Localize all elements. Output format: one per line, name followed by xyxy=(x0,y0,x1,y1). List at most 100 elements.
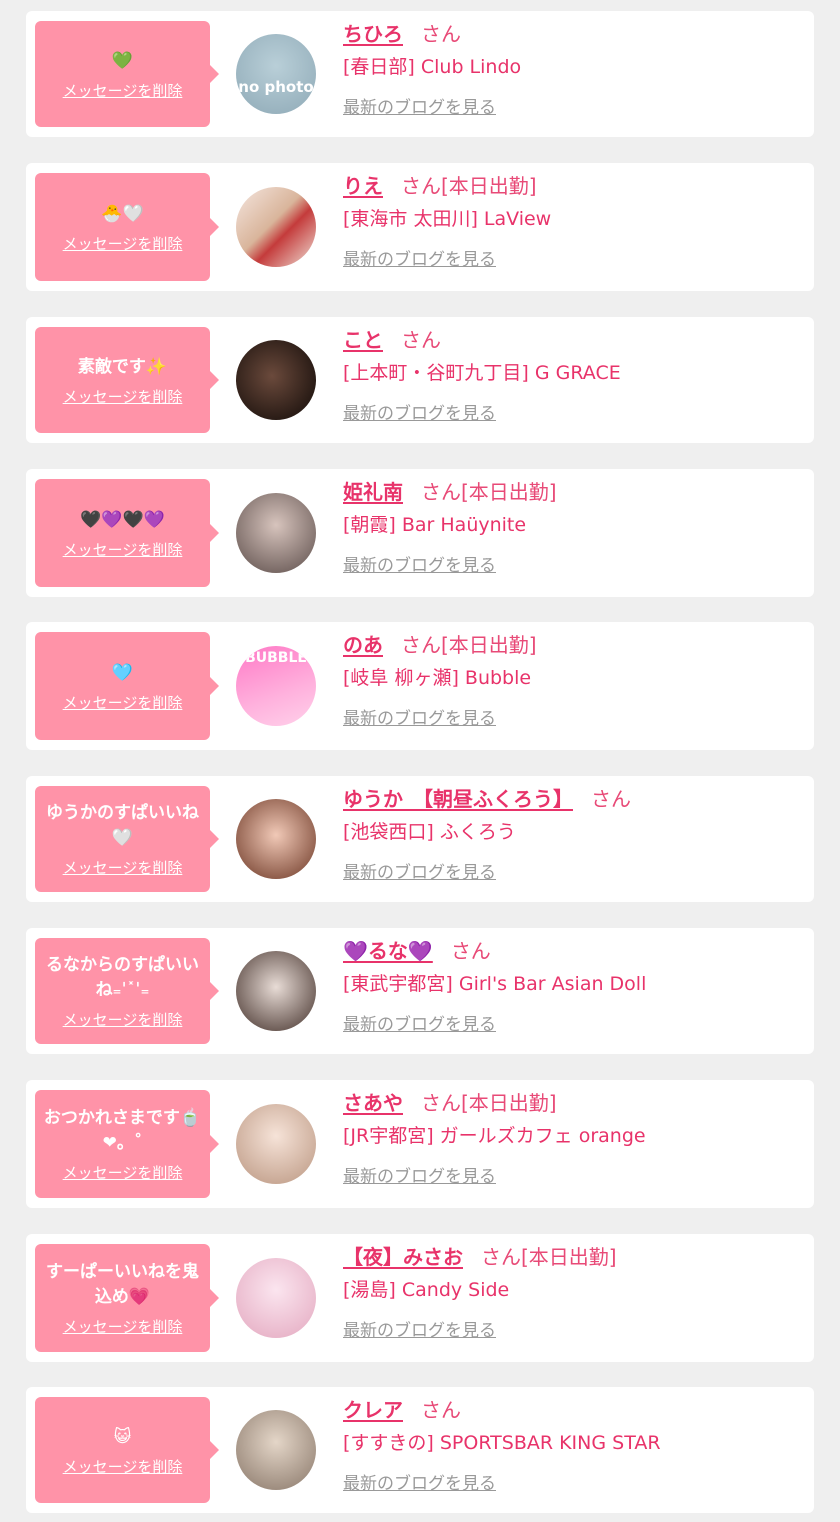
delete-message-link[interactable]: メッセージを削除 xyxy=(63,1318,183,1336)
cast-name-link[interactable]: クレア xyxy=(343,1398,403,1422)
latest-blog-link[interactable]: 最新のブログを見る xyxy=(343,245,496,270)
cast-name-link[interactable]: 【夜】みさお xyxy=(343,1245,463,1269)
message-card: すーぱーいいねを鬼込め💗 メッセージを削除 【夜】みさお さん[本日出勤] [湯島] C… xyxy=(26,1234,814,1362)
message-text: ゆうかのすぱいいね🤍 xyxy=(46,803,199,848)
message-bubble: 😺 メッセージを削除 xyxy=(35,1397,219,1503)
work-status-badge: [本日出勤] xyxy=(441,174,537,198)
latest-blog-link[interactable]: 最新のブログを見る xyxy=(343,1316,496,1341)
name-line: りえ さん[本日出勤] xyxy=(343,173,804,199)
shop-name: [JR宇都宮] ガールズカフェ orange xyxy=(343,1125,646,1147)
cast-info: ちひろ さん [春日部] Club Lindo 最新のブログを見る xyxy=(343,21,804,118)
cast-info: のあ さん[本日出勤] [岐阜 柳ヶ瀬] Bubble 最新のブログを見る xyxy=(343,632,804,729)
delete-message-link[interactable]: メッセージを削除 xyxy=(63,1164,183,1182)
cast-info: 【夜】みさお さん[本日出勤] [湯島] Candy Side 最新のブログを見る xyxy=(343,1244,804,1341)
message-text: 🩵 xyxy=(111,662,134,683)
message-bubble: ゆうかのすぱいいね🤍 メッセージを削除 xyxy=(35,786,219,892)
shop-name: [東海市 太田川] LaView xyxy=(343,208,552,230)
avatar-text: BUBBLE xyxy=(245,650,307,666)
delete-message-link[interactable]: メッセージを削除 xyxy=(63,388,183,406)
avatar[interactable] xyxy=(236,187,316,267)
name-line: ちひろ さん xyxy=(343,21,804,47)
message-bubble: おつかれさまです🍵❤。˚ メッセージを削除 xyxy=(35,1090,219,1198)
message-card: るなからのすぱいいね₌ˈ˟ˈ₌ メッセージを削除 💜るな💜 さん [東武宇都宮] Gir… xyxy=(26,928,814,1054)
message-bubble: 🐣🤍 メッセージを削除 xyxy=(35,173,219,281)
cast-info: こと さん [上本町・谷町九丁目] G GRACE 最新のブログを見る xyxy=(343,327,804,424)
cast-info: 💜るな💜 さん [東武宇都宮] Girl's Bar Asian Doll 最新のブロ… xyxy=(343,938,804,1035)
honorific: さん xyxy=(591,787,631,811)
shop-name: [春日部] Club Lindo xyxy=(343,56,522,78)
shop-name: [上本町・谷町九丁目] G GRACE xyxy=(343,362,621,384)
delete-message-link[interactable]: メッセージを削除 xyxy=(63,1011,183,1029)
delete-message-link[interactable]: メッセージを削除 xyxy=(63,694,183,712)
avatar-text: no photo xyxy=(238,78,314,96)
shop-name: [すすきの] SPORTSBAR KING STAR xyxy=(343,1432,661,1454)
cast-name-link[interactable]: 姫礼南 xyxy=(343,480,403,504)
avatar[interactable] xyxy=(236,1258,316,1338)
avatar[interactable]: no photo xyxy=(236,34,316,114)
honorific: さん xyxy=(450,939,491,963)
latest-blog-link[interactable]: 最新のブログを見る xyxy=(343,551,496,576)
cast-info: りえ さん[本日出勤] [東海市 太田川] LaView 最新のブログを見る xyxy=(343,173,804,270)
shop-name: [東武宇都宮] Girl's Bar Asian Doll xyxy=(343,973,647,995)
message-bubble: るなからのすぱいいね₌ˈ˟ˈ₌ メッセージを削除 xyxy=(35,938,219,1044)
latest-blog-link[interactable]: 最新のブログを見る xyxy=(343,1469,496,1494)
work-status-badge: [本日出勤] xyxy=(461,480,557,504)
cast-name-link[interactable]: 💜るな💜 xyxy=(343,939,433,963)
honorific: さん xyxy=(401,328,441,352)
message-text: おつかれさまです🍵❤。˚ xyxy=(43,1108,202,1153)
latest-blog-link[interactable]: 最新のブログを見る xyxy=(343,1010,496,1035)
name-line: ゆうか 【朝昼ふくろう】 さん xyxy=(343,786,804,812)
message-text: 💚 xyxy=(111,50,134,71)
message-text: すーぱーいいねを鬼込め💗 xyxy=(46,1262,199,1307)
honorific: さん xyxy=(401,633,441,657)
avatar[interactable]: BUBBLE xyxy=(236,646,316,726)
avatar[interactable] xyxy=(236,1104,316,1184)
work-status-badge: [本日出勤] xyxy=(521,1245,617,1269)
avatar[interactable] xyxy=(236,1410,316,1490)
latest-blog-link[interactable]: 最新のブログを見る xyxy=(343,858,496,883)
delete-message-link[interactable]: メッセージを削除 xyxy=(63,541,183,559)
honorific: さん xyxy=(421,480,461,504)
cast-name-link[interactable]: のあ xyxy=(343,633,383,657)
cast-name-link[interactable]: りえ xyxy=(343,174,383,198)
message-text: 素敵です✨ xyxy=(77,356,168,377)
cast-info: さあや さん[本日出勤] [JR宇都宮] ガールズカフェ orange 最新のブログを… xyxy=(343,1090,804,1187)
message-bubble: 素敵です✨ メッセージを削除 xyxy=(35,327,219,433)
work-status-badge: [本日出勤] xyxy=(441,633,537,657)
avatar[interactable] xyxy=(236,799,316,879)
delete-message-link[interactable]: メッセージを削除 xyxy=(63,235,183,253)
message-card: 🩵 メッセージを削除 BUBBLE のあ さん[本日出勤] [岐阜 柳ヶ瀬] Bubble… xyxy=(26,622,814,750)
cast-info: クレア さん [すすきの] SPORTSBAR KING STAR 最新のブログを見る xyxy=(343,1397,804,1494)
delete-message-link[interactable]: メッセージを削除 xyxy=(63,859,183,877)
cast-name-link[interactable]: さあや xyxy=(343,1091,403,1115)
name-line: のあ さん[本日出勤] xyxy=(343,632,804,658)
work-status-badge: [本日出勤] xyxy=(461,1091,557,1115)
latest-blog-link[interactable]: 最新のブログを見る xyxy=(343,704,496,729)
name-line: 💜るな💜 さん xyxy=(343,938,804,964)
latest-blog-link[interactable]: 最新のブログを見る xyxy=(343,399,496,424)
message-card: 素敵です✨ メッセージを削除 こと さん [上本町・谷町九丁目] G GRACE 最新のブ… xyxy=(26,317,814,443)
cast-name-link[interactable]: こと xyxy=(343,328,383,352)
cast-name-link[interactable]: ゆうか 【朝昼ふくろう】 xyxy=(343,787,573,811)
shop-name: [朝霞] Bar Haüynite xyxy=(343,514,527,536)
honorific: さん xyxy=(421,1398,461,1422)
delete-message-link[interactable]: メッセージを削除 xyxy=(63,1458,183,1476)
message-bubble: すーぱーいいねを鬼込め💗 メッセージを削除 xyxy=(35,1244,219,1352)
avatar[interactable] xyxy=(236,340,316,420)
honorific: さん xyxy=(421,22,461,46)
latest-blog-link[interactable]: 最新のブログを見る xyxy=(343,1162,496,1187)
message-text: 🖤💜🖤💜 xyxy=(80,509,165,530)
cast-info: 姫礼南 さん[本日出勤] [朝霞] Bar Haüynite 最新のブログを見る xyxy=(343,479,804,576)
name-line: 姫礼南 さん[本日出勤] xyxy=(343,479,804,505)
latest-blog-link[interactable]: 最新のブログを見る xyxy=(343,93,496,118)
honorific: さん xyxy=(421,1091,461,1115)
avatar[interactable] xyxy=(236,493,316,573)
message-text: 😺 xyxy=(113,1426,132,1447)
cast-info: ゆうか 【朝昼ふくろう】 さん [池袋西口] ふくろう 最新のブログを見る xyxy=(343,786,804,883)
avatar[interactable] xyxy=(236,951,316,1031)
shop-name: [池袋西口] ふくろう xyxy=(343,821,516,843)
honorific: さん xyxy=(481,1245,521,1269)
cast-name-link[interactable]: ちひろ xyxy=(343,22,403,46)
delete-message-link[interactable]: メッセージを削除 xyxy=(63,82,183,100)
message-bubble: 🖤💜🖤💜 メッセージを削除 xyxy=(35,479,219,587)
